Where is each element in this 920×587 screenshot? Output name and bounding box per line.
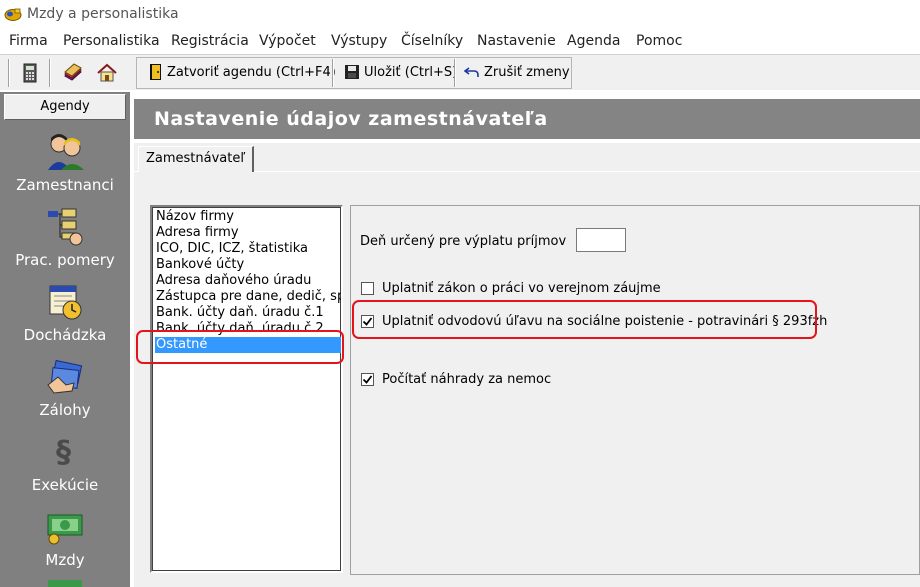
menu-pomoc[interactable]: Pomoc bbox=[636, 33, 682, 49]
window-title: Mzdy a personalistika bbox=[27, 6, 179, 22]
calculator-icon[interactable] bbox=[19, 62, 41, 84]
app-logo-icon bbox=[4, 8, 22, 21]
payday-input[interactable] bbox=[576, 228, 626, 252]
page-title: Nastavenie údajov zamestnávateľa bbox=[154, 108, 548, 130]
wages-icon bbox=[47, 514, 83, 545]
floppy-save-icon bbox=[345, 65, 359, 79]
executions-icon: § bbox=[56, 435, 71, 470]
advances-icon bbox=[47, 359, 83, 394]
list-item[interactable]: Adresa firmy bbox=[155, 225, 341, 241]
sidebar-item-label: Prac. pomery bbox=[15, 251, 115, 269]
list-item[interactable]: IČO, DIČ, IČZ, štatistika bbox=[155, 241, 341, 257]
page-header: Nastavenie údajov zamestnávateľa bbox=[134, 99, 920, 139]
toolbar-separator bbox=[332, 59, 334, 87]
list-item[interactable]: Bankové účty bbox=[155, 257, 341, 273]
highlight-relief-option bbox=[352, 300, 817, 339]
list-item[interactable]: Adresa daňového úradu bbox=[155, 273, 341, 289]
tab-area: Zamestnávateľ Názov firmy Adresa firmy I… bbox=[134, 143, 920, 587]
menu-personalistika[interactable]: Personalistika bbox=[63, 33, 160, 49]
menu-vystupy[interactable]: Výstupy bbox=[331, 33, 387, 49]
cancel-changes-button[interactable]: Zrušiť zmeny bbox=[464, 61, 570, 83]
sidebar-item-label: Dochádzka bbox=[23, 326, 107, 344]
sidebar-item-mzdy[interactable]: Mzdy bbox=[0, 505, 130, 579]
agendy-sidebar: Agendy Zamestnanci Prac. pomery Dochádzk… bbox=[0, 92, 130, 587]
sidebar-item-label: Mzdy bbox=[45, 551, 85, 569]
books-icon[interactable] bbox=[62, 62, 84, 84]
toolbar-separator bbox=[454, 59, 456, 87]
toolbar-grip bbox=[8, 59, 10, 87]
employees-icon bbox=[48, 134, 84, 170]
sidebar-item-label: Zamestnanci bbox=[16, 176, 114, 194]
undo-icon bbox=[464, 67, 479, 77]
list-item[interactable]: Zástupca pre dane, dedič, správca bbox=[155, 289, 341, 305]
sidebar-item-dochadzka[interactable]: Dochádzka bbox=[0, 280, 130, 354]
menu-vypocet[interactable]: Výpočet bbox=[259, 33, 316, 49]
sidebar-item-zalohy[interactable]: Zálohy bbox=[0, 355, 130, 429]
details-panel: Deň určený pre výplatu príjmov Uplatniť … bbox=[350, 205, 920, 575]
toolbar: Zatvoriť agendu (Ctrl+F4) Uložiť (Ctrl+S… bbox=[0, 54, 920, 90]
public-interest-label: Uplatniť zákon o práci vo verejnom záujm… bbox=[382, 281, 661, 296]
menu-ciselniky[interactable]: Číselníky bbox=[401, 33, 463, 49]
list-item[interactable]: Bank. účty daň. úradu č.1 bbox=[155, 305, 341, 321]
tab-zamestnavatel[interactable]: Zamestnávateľ bbox=[138, 146, 255, 172]
sidebar-item-prac-pomery[interactable]: Prac. pomery bbox=[0, 205, 130, 279]
menu-nastavenie[interactable]: Nastavenie bbox=[477, 33, 556, 49]
sick-pay-checkbox[interactable] bbox=[361, 373, 374, 386]
menu-bar: Firma Personalistika Registrácia Výpočet… bbox=[0, 30, 920, 54]
cancel-changes-label: Zrušiť zmeny bbox=[484, 64, 570, 80]
sidebar-item-exekucie[interactable]: § Exekúcie bbox=[0, 430, 130, 504]
close-agenda-button[interactable]: Zatvoriť agendu (Ctrl+F4) bbox=[149, 61, 336, 83]
employment-icon bbox=[48, 208, 83, 246]
menu-agenda[interactable]: Agenda bbox=[567, 33, 620, 49]
toolbar-separator bbox=[49, 59, 51, 87]
home-icon[interactable] bbox=[96, 62, 118, 84]
save-label: Uložiť (Ctrl+S) bbox=[364, 64, 458, 80]
public-interest-checkbox[interactable] bbox=[361, 282, 374, 295]
menu-registracia[interactable]: Registrácia bbox=[171, 33, 249, 49]
checkmark-icon bbox=[362, 375, 373, 384]
list-item[interactable]: Názov firmy bbox=[155, 209, 341, 225]
section-list[interactable]: Názov firmy Adresa firmy IČO, DIČ, IČZ, … bbox=[150, 205, 343, 573]
svg-text:§: § bbox=[56, 435, 71, 470]
next-agenda-icon bbox=[48, 580, 82, 587]
attendance-icon bbox=[49, 285, 82, 320]
sick-pay-label: Počítať náhrady za nemoc bbox=[382, 372, 552, 387]
close-agenda-label: Zatvoriť agendu (Ctrl+F4) bbox=[167, 64, 336, 80]
title-bar: Mzdy a personalistika bbox=[0, 0, 920, 30]
highlight-ostatne bbox=[136, 330, 344, 364]
sidebar-header: Agendy bbox=[4, 94, 126, 120]
save-button[interactable]: Uložiť (Ctrl+S) bbox=[344, 61, 457, 83]
sidebar-item-label: Exekúcie bbox=[31, 476, 99, 494]
sidebar-item-label: Zálohy bbox=[39, 401, 91, 419]
sidebar-item-zamestnanci[interactable]: Zamestnanci bbox=[0, 130, 130, 204]
door-exit-icon bbox=[150, 64, 161, 80]
menu-firma[interactable]: Firma bbox=[9, 33, 48, 49]
payday-label: Deň určený pre výplatu príjmov bbox=[360, 234, 567, 249]
